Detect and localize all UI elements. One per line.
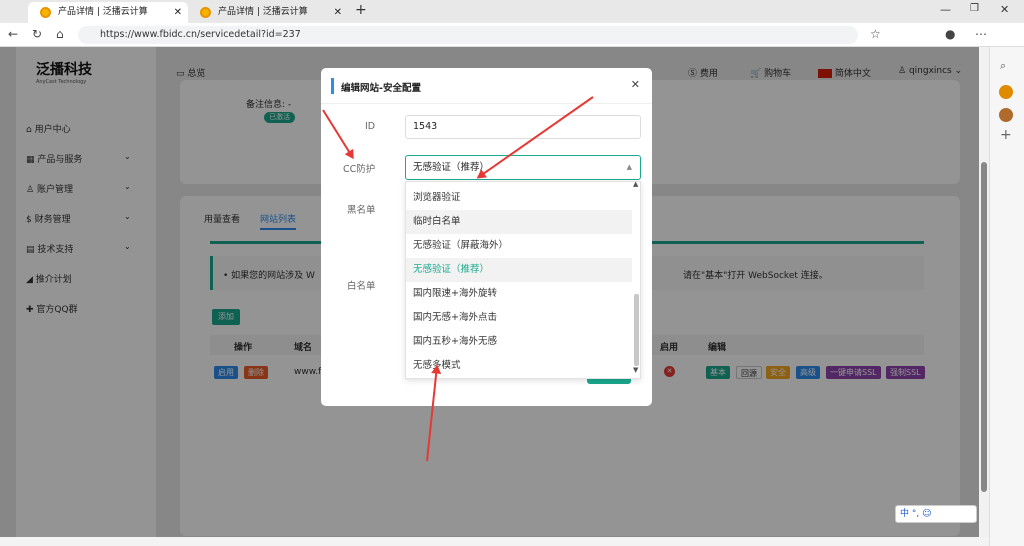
more-icon[interactable]: ⋯ [975,27,987,41]
ime-text: 中 °, ☺ [900,509,932,519]
add-icon[interactable]: + [1000,127,1012,143]
tab-1[interactable]: 产品详情 | 泛播云计算 ✕ [28,2,188,23]
option-selected[interactable]: 无感验证（推荐） [406,258,632,282]
new-tab-icon[interactable]: + [355,2,367,18]
browser-sidebar: ⌕ + [989,47,1024,546]
cc-options-dropdown: 浏览器验证 临时白名单 无感验证（屏蔽海外） 无感验证（推荐） 国内限速+海外旋… [405,180,641,379]
option[interactable]: 浏览器验证 [406,186,632,210]
tab-2[interactable]: 产品详情 | 泛播云计算 ✕ [188,2,348,23]
tab-title: 产品详情 | 泛播云计算 [218,7,308,17]
scroll-down-icon[interactable]: ▼ [633,366,638,374]
dropdown-scrollbar[interactable]: ▲ ▼ [633,180,641,378]
scroll-thumb[interactable] [981,162,987,492]
option[interactable]: 国内限速+海外旋转 [406,282,632,306]
modal-title: 编辑网站-安全配置 [341,83,421,94]
blacklist-label: 黑名单 [347,205,376,216]
url-input[interactable]: https://www.fbidc.cn/servicedetail?id=23… [78,26,858,44]
scroll-up-icon[interactable]: ▲ [633,180,638,188]
option[interactable]: 国内五秒+海外无感 [406,330,632,354]
close-tab-icon[interactable]: ✕ [174,2,182,23]
modal-header: 编辑网站-安全配置 ✕ [321,68,652,104]
minimize-icon[interactable]: — [940,3,951,16]
close-icon[interactable]: ✕ [631,78,640,91]
site-favicon-icon [40,7,51,18]
id-label: ID [365,121,376,132]
address-bar: ← ↻ ⌂ https://www.fbidc.cn/servicedetail… [0,23,1024,47]
close-tab-icon[interactable]: ✕ [334,2,342,23]
search-icon[interactable]: ⌕ [1000,59,1006,73]
page-scrollbar[interactable] [979,47,989,537]
caret-up-icon: ▲ [626,163,632,171]
id-field[interactable]: 1543 [405,115,641,139]
title-accent [331,78,334,94]
option[interactable]: 国内无感+海外点击 [406,306,632,330]
close-window-icon[interactable]: ✕ [1000,3,1009,16]
profile-icon[interactable] [999,85,1013,99]
home-icon[interactable]: ⌂ [56,27,64,41]
option[interactable]: 临时白名单 [406,210,632,234]
tab-bar: 产品详情 | 泛播云计算 ✕ 产品详情 | 泛播云计算 ✕ + — ❐ ✕ [0,0,1024,23]
back-icon[interactable]: ← [8,27,18,41]
scroll-thumb[interactable] [634,294,639,366]
whitelist-label: 白名单 [347,281,376,292]
refresh-icon[interactable]: ↻ [32,27,42,41]
tab-title: 产品详情 | 泛播云计算 [58,7,148,17]
site-favicon-icon [200,7,211,18]
ime-toolbar[interactable]: 中 °, ☺ [895,505,977,523]
security-config-modal: 编辑网站-安全配置 ✕ ID 1543 CC防护 无感验证（推荐） ▲ 黑名单 白… [321,68,652,406]
cc-label: CC防护 [343,164,376,175]
option[interactable]: 无感验证（屏蔽海外） [406,234,632,258]
extension-icon[interactable] [999,108,1013,122]
cc-protection-select[interactable]: 无感验证（推荐） ▲ [405,155,641,180]
maximize-icon[interactable]: ❐ [970,3,979,14]
avatar[interactable]: ● [945,27,955,41]
extensions-icon[interactable]: ☆ [870,27,881,41]
